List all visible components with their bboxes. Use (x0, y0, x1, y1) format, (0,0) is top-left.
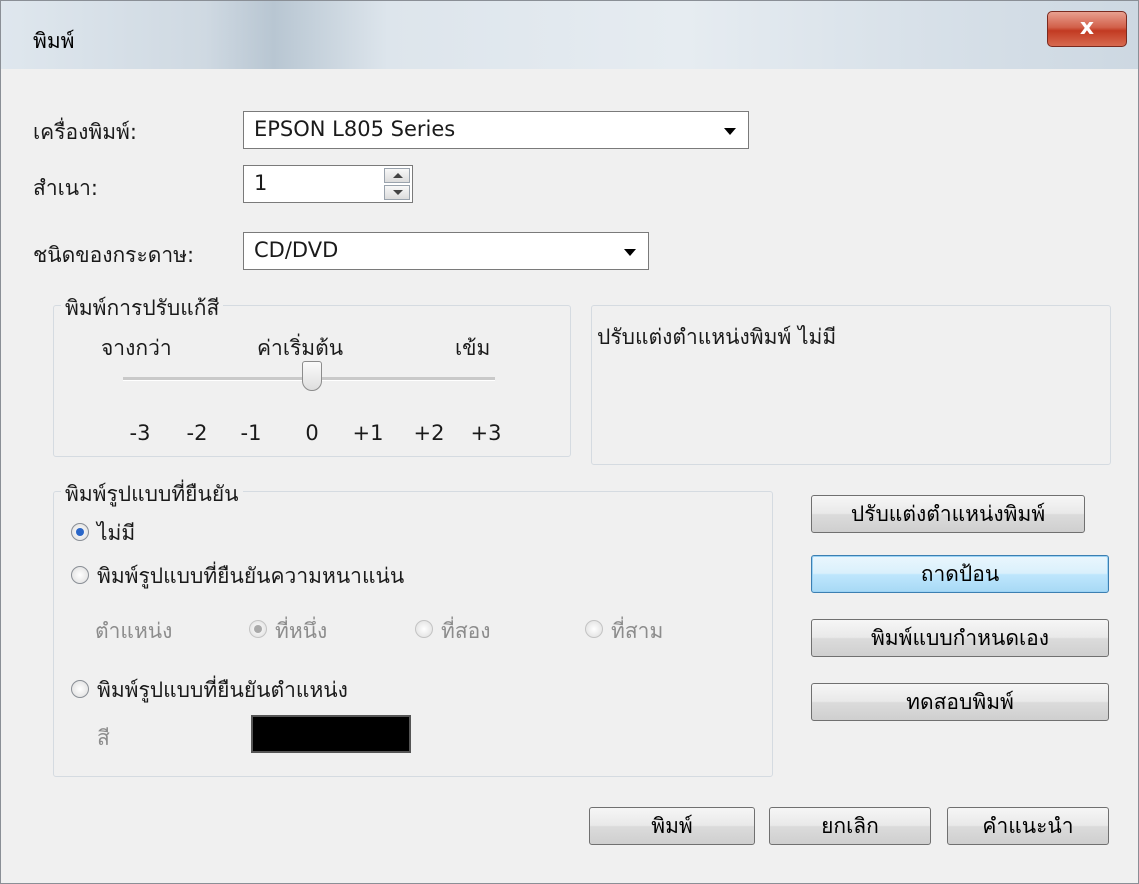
radio-none-label: ไม่มี (97, 521, 136, 545)
slider-default-label: ค่าเริ่มต้น (257, 336, 344, 360)
radio-position-first-label: ที่หนึ่ง (275, 619, 328, 643)
paper-type-select[interactable]: CD/DVD (243, 232, 649, 270)
paper-type-label: ชนิดของกระดาษ: (33, 243, 195, 267)
copies-stepper[interactable]: 1 (243, 165, 413, 203)
paper-tray-button[interactable]: ถาดป้อน (811, 555, 1109, 593)
color-sub-label: สี (97, 726, 110, 750)
stepper-up-icon[interactable] (384, 168, 410, 183)
adjust-position-button[interactable]: ปรับแต่งตำแหน่งพิมพ์ (811, 495, 1085, 533)
slider-tick: +3 (470, 421, 502, 445)
radio-position-third[interactable] (585, 620, 603, 638)
radio-none[interactable] (71, 523, 89, 541)
custom-print-button[interactable]: พิมพ์แบบกำหนดเอง (811, 619, 1109, 657)
print-dialog: พิมพ์ x เครื่องพิมพ์: EPSON L805 Series … (0, 0, 1139, 884)
copies-value: 1 (254, 171, 268, 195)
title-bar[interactable]: พิมพ์ x (1, 1, 1138, 69)
radio-position-second[interactable] (415, 620, 433, 638)
chevron-down-icon (724, 128, 736, 135)
radio-position-first[interactable] (249, 620, 267, 638)
radio-density-pattern[interactable] (71, 566, 89, 584)
slider-max-label: เข้ม (455, 336, 491, 360)
copies-stepper-buttons (384, 168, 410, 200)
printer-select[interactable]: EPSON L805 Series (243, 111, 749, 149)
color-swatch[interactable] (251, 715, 411, 753)
stepper-down-icon[interactable] (384, 185, 410, 200)
confirm-pattern-title: พิมพ์รูปแบบที่ยืนยัน (61, 478, 243, 511)
slider-tick: -2 (186, 421, 208, 445)
slider-tick: +1 (352, 421, 384, 445)
slider-tick: -1 (240, 421, 262, 445)
slider-tick: 0 (305, 421, 319, 445)
dialog-body: เครื่องพิมพ์: EPSON L805 Series สำเนา: 1… (11, 69, 1128, 875)
slider-tick: -3 (129, 421, 151, 445)
print-button[interactable]: พิมพ์ (589, 807, 755, 845)
printer-label: เครื่องพิมพ์: (33, 120, 137, 144)
test-print-button[interactable]: ทดสอบพิมพ์ (811, 683, 1109, 721)
close-button[interactable]: x (1047, 11, 1127, 47)
radio-density-pattern-label: พิมพ์รูปแบบที่ยืนยันความหนาแน่น (97, 564, 405, 588)
window-title: พิมพ์ (33, 29, 75, 53)
color-density-title: พิมพ์การปรับแก้สี (61, 292, 224, 325)
position-info-text: ปรับแต่งตำแหน่งพิมพ์ ไม่มี (597, 325, 837, 349)
slider-min-label: จางกว่า (101, 336, 172, 360)
chevron-down-icon (624, 249, 636, 256)
slider-tick: +2 (413, 421, 445, 445)
help-button[interactable]: คำแนะนำ (947, 807, 1109, 845)
printer-select-value: EPSON L805 Series (254, 117, 456, 141)
radio-position-pattern-label: พิมพ์รูปแบบที่ยืนยันตำแหน่ง (97, 678, 348, 702)
position-sub-label: ตำแหน่ง (95, 619, 173, 643)
radio-position-third-label: ที่สาม (611, 619, 664, 643)
color-density-slider-thumb[interactable] (302, 361, 322, 391)
paper-type-value: CD/DVD (254, 238, 339, 262)
radio-position-second-label: ที่สอง (441, 619, 491, 643)
copies-label: สำเนา: (33, 176, 99, 200)
radio-position-pattern[interactable] (71, 680, 89, 698)
cancel-button[interactable]: ยกเลิก (769, 807, 931, 845)
